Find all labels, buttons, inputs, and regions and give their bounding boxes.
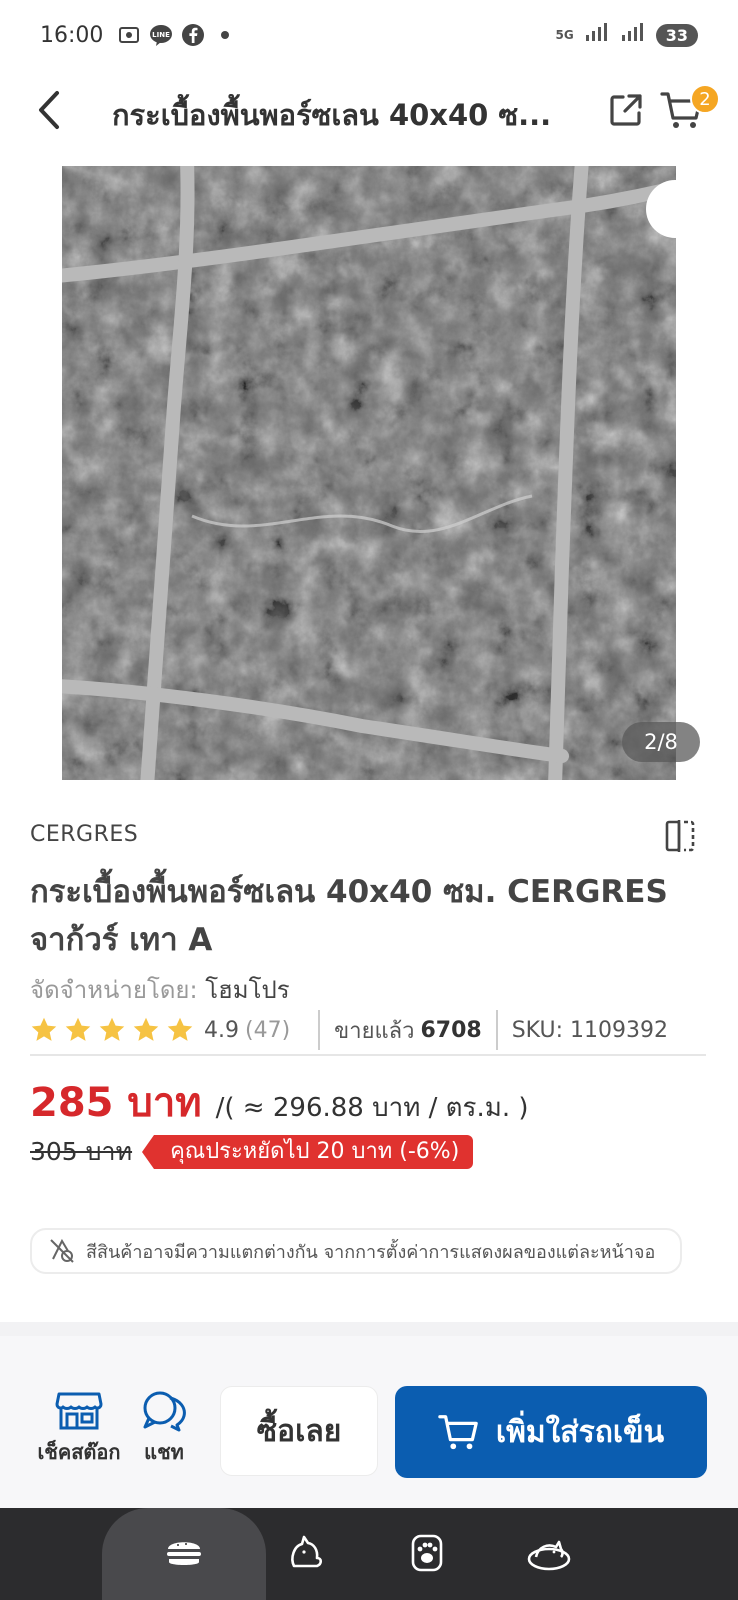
page-title: กระเบื้องพื้นพอร์ซเลน 40x40 ซ... xyxy=(112,98,552,132)
favorite-button[interactable] xyxy=(646,180,704,238)
screenshot-icon xyxy=(117,23,141,47)
old-price-row: 305 บาท คุณประหยัดไป 20 บาท (-6%) xyxy=(30,1132,474,1172)
rating-count[interactable]: (47) xyxy=(245,1018,290,1043)
cart-count-badge: 2 xyxy=(690,84,720,114)
star-icon xyxy=(167,1017,193,1041)
color-disclaimer-text: สีสินค้าอาจมีความแตกต่างกัน จากการตั้งค่… xyxy=(86,1241,656,1263)
current-price: 285 บาท xyxy=(30,1080,202,1126)
status-left-icons: LINE xyxy=(117,23,237,47)
image-counter: 2/8 xyxy=(622,722,700,762)
star-icon xyxy=(31,1017,57,1041)
dot-icon xyxy=(213,23,237,47)
star-icon xyxy=(65,1017,91,1041)
sku: SKU: 1109392 xyxy=(511,1017,669,1043)
product-image[interactable] xyxy=(62,166,676,780)
rating-value: 4.9 xyxy=(204,1017,239,1043)
chat-button[interactable]: แชท xyxy=(134,1390,194,1468)
brand-name[interactable]: CERGRES xyxy=(30,822,138,847)
share-button[interactable] xyxy=(608,92,648,132)
add-to-cart-button[interactable]: เพิ่มใส่รถเข็น xyxy=(395,1386,707,1478)
status-bar: 16:00 LINE 5G 33 xyxy=(0,0,738,70)
status-right: 5G 33 xyxy=(556,21,698,49)
color-warning-icon xyxy=(50,1238,74,1263)
divider xyxy=(495,1010,498,1050)
share-icon xyxy=(610,94,642,126)
sold-label: ขายแล้ว xyxy=(334,1018,415,1044)
check-stock-button[interactable]: เช็คสต๊อก xyxy=(36,1390,122,1468)
svg-text:LINE: LINE xyxy=(153,31,171,39)
seller-name[interactable]: โฮมโปร xyxy=(205,976,289,1004)
paw-icon[interactable] xyxy=(402,1528,452,1578)
facebook-icon xyxy=(181,23,205,47)
product-title: กระเบื้องพื้นพอร์ซเลน 40x40 ซม. CERGRES … xyxy=(30,874,668,958)
divider xyxy=(30,1054,706,1056)
action-bar: เช็คสต๊อก แชท ซื้อเลย เพิ่มใส่รถเข็น xyxy=(0,1336,738,1508)
chat-icon xyxy=(143,1391,186,1432)
chevron-left-icon xyxy=(39,91,59,129)
header: กระเบื้องพื้นพอร์ซเลน 40x40 ซ... xyxy=(0,78,738,144)
check-stock-label: เช็คสต๊อก xyxy=(37,1440,121,1464)
compare-button[interactable] xyxy=(664,818,696,854)
divider xyxy=(318,1010,321,1050)
cat-bed-icon[interactable] xyxy=(524,1528,574,1578)
signal-icon-2 xyxy=(620,21,646,49)
sold-by-label: จัดจำหน่ายโดย: xyxy=(30,976,198,1004)
status-time: 16:00 xyxy=(40,22,104,48)
sold-by: จัดจำหน่ายโดย: โฮมโปร xyxy=(30,970,290,1009)
star-icon xyxy=(133,1017,159,1041)
line-icon: LINE xyxy=(149,23,173,47)
section-separator xyxy=(0,1322,738,1336)
battery-indicator: 33 xyxy=(655,23,698,47)
store-icon xyxy=(55,1392,103,1430)
network-label: 5G xyxy=(555,28,574,42)
buy-now-button[interactable]: ซื้อเลย xyxy=(220,1386,378,1476)
price-row: 285 บาท /( ≈ 296.88 บาท / ตร.ม. ) xyxy=(30,1070,529,1134)
sold-count: 6708 xyxy=(420,1017,482,1043)
compare-icon xyxy=(665,820,695,852)
chat-label: แชท xyxy=(144,1440,184,1464)
color-disclaimer: สีสินค้าอาจมีความแตกต่างกัน จากการตั้งค่… xyxy=(30,1228,682,1274)
nav-bar xyxy=(0,1508,738,1600)
burger-icon[interactable] xyxy=(159,1528,209,1578)
cat-icon[interactable] xyxy=(280,1528,330,1578)
rating-row: 4.9 (47) ขายแล้ว 6708 SKU: 1109392 xyxy=(30,1010,710,1050)
unit-price: /( ≈ 296.88 บาท / ตร.ม. ) xyxy=(215,1093,529,1123)
cart-icon xyxy=(438,1415,478,1450)
old-price: 305 บาท xyxy=(30,1137,133,1166)
add-to-cart-label: เพิ่มใส่รถเข็น xyxy=(495,1414,665,1450)
savings-badge: คุณประหยัดไป 20 บาท (-6%) xyxy=(142,1135,474,1169)
star-icon xyxy=(99,1017,125,1041)
signal-icon xyxy=(584,21,610,49)
rating-stars xyxy=(30,1016,194,1044)
back-button[interactable] xyxy=(28,88,72,132)
